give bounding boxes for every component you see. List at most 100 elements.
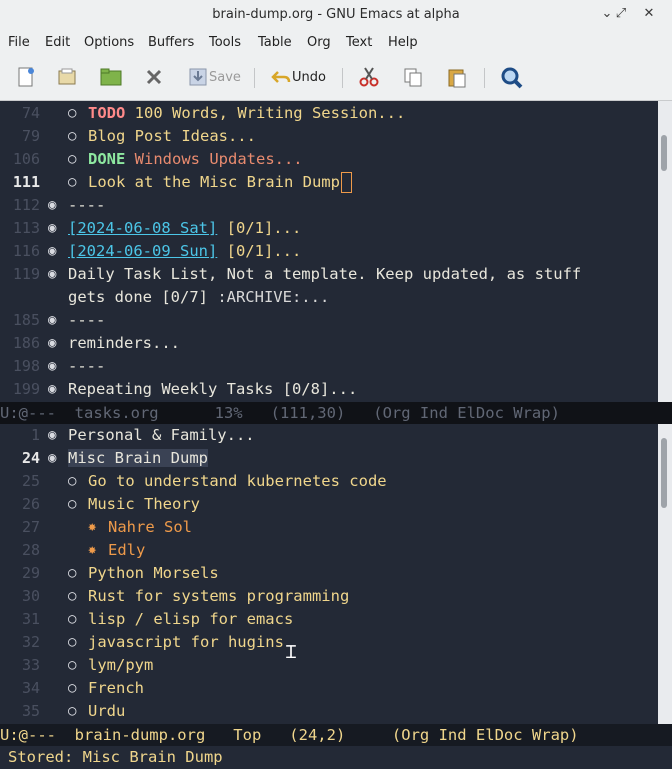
heading-text[interactable]: ---- [68,194,105,217]
heading-text[interactable]: Go to understand kubernetes code [88,470,387,493]
search-icon[interactable] [500,66,524,90]
org-line[interactable]: 28 ✸ Edly [0,539,658,562]
org-line[interactable]: 29 ○ Python Morsels [0,562,658,585]
undo-icon[interactable] [270,66,292,88]
menu-text[interactable]: Text [346,35,372,50]
org-bullet-icon[interactable]: ◉ [48,309,56,332]
org-line[interactable]: 116 ◉ [2024-06-09 Sun] [0/1]... [0,240,658,263]
open-directory-icon[interactable] [99,66,123,88]
heading-text[interactable]: Daily Task List, Not a template. Keep up… [68,263,581,286]
new-file-icon[interactable] [15,66,37,88]
heading-text[interactable]: ---- [68,355,105,378]
org-line[interactable]: 24 ◉ Misc Brain Dump [0,447,658,470]
org-bullet-icon[interactable]: ○ [68,608,76,631]
bottom-scrollbar[interactable] [658,424,672,724]
org-bullet-icon[interactable]: ✸ [88,539,96,562]
org-bullet-icon[interactable]: ◉ [48,240,56,263]
menu-buffers[interactable]: Buffers [148,35,194,50]
heading-text[interactable]: [2024-06-08 Sat] [0/1]... [68,217,301,240]
org-bullet-icon[interactable]: ○ [68,171,76,194]
org-bullet-icon[interactable]: ○ [68,562,76,585]
menu-options[interactable]: Options [84,35,134,50]
org-line[interactable]: 198 ◉ ---- [0,355,658,378]
org-bullet-icon[interactable]: ◉ [48,447,56,470]
heading-text[interactable]: Python Morsels [88,562,219,585]
date-link[interactable]: [2024-06-09 Sun] [68,242,217,260]
org-bullet-icon[interactable]: ○ [68,493,76,516]
heading-text[interactable]: Music Theory [88,493,200,516]
top-window-tasks-org[interactable]: 74 ○ TODO 100 Words, Writing Session... 79 ○… [0,101,658,402]
heading-text[interactable]: javascript for hugins [88,631,284,654]
close-buffer-icon[interactable] [143,66,165,88]
save-icon[interactable] [187,66,209,88]
heading-text[interactable]: gets done [0/7] :ARCHIVE:... [68,286,329,309]
org-bullet-icon[interactable]: ◉ [48,355,56,378]
org-line[interactable]: 119 ◉ Daily Task List, Not a template. Kee… [0,263,658,286]
heading-text[interactable]: lisp / elisp for emacs [88,608,293,631]
open-file-icon[interactable] [56,66,78,88]
org-bullet-icon[interactable]: ✸ [88,516,96,539]
top-scrollbar[interactable] [658,101,672,402]
org-line[interactable]: 25 ○ Go to understand kubernetes code [0,470,658,493]
org-bullet-icon[interactable]: ○ [68,585,76,608]
org-bullet-icon[interactable]: ◉ [48,424,56,447]
paste-icon[interactable] [446,66,468,88]
bottom-scrollbar-thumb[interactable] [661,438,667,508]
org-line[interactable]: gets done [0/7] :ARCHIVE:... [0,286,658,309]
org-line[interactable]: 74 ○ TODO 100 Words, Writing Session... [0,102,658,125]
heading-text[interactable]: reminders... [68,332,180,355]
copy-icon[interactable] [402,66,424,88]
bottom-window-brain-dump-org[interactable]: 1 ◉ Personal & Family... 24 ◉ Misc Brain Dump… [0,424,658,724]
heading-text[interactable]: Rust for systems programming [88,585,349,608]
org-line[interactable]: 26 ○ Music Theory [0,493,658,516]
menu-help[interactable]: Help [388,35,418,50]
org-bullet-icon[interactable]: ◉ [48,194,56,217]
top-scrollbar-thumb[interactable] [661,135,667,171]
close-icon[interactable]: ✕ [640,5,658,23]
heading-text[interactable]: lym/pym [88,654,153,677]
undo-button[interactable]: Undo [292,70,326,85]
heading-text[interactable]: Personal & Family... [68,424,255,447]
org-line[interactable]: 30 ○ Rust for systems programming [0,585,658,608]
org-bullet-icon[interactable]: ◉ [48,263,56,286]
org-line[interactable]: 1 ◉ Personal & Family... [0,424,658,447]
heading-text[interactable]: TODO 100 Words, Writing Session... [88,102,405,125]
org-line[interactable]: 106 ○ DONE Windows Updates... [0,148,658,171]
heading-text[interactable]: French [88,677,144,700]
org-bullet-icon[interactable]: ◉ [48,332,56,355]
heading-text[interactable]: Misc Brain Dump [68,447,208,470]
org-bullet-icon[interactable]: ○ [68,654,76,677]
org-line[interactable]: 186 ◉ reminders... [0,332,658,355]
org-bullet-icon[interactable]: ○ [68,102,76,125]
heading-text[interactable]: Edly [108,539,145,562]
save-button[interactable]: Save [209,70,241,85]
maximize-icon[interactable]: ⤢ [612,5,630,23]
menu-org[interactable]: Org [307,35,331,50]
org-line[interactable]: 27 ✸ Nahre Sol [0,516,658,539]
heading-text[interactable]: [2024-06-09 Sun] [0/1]... [68,240,301,263]
org-line[interactable]: 79 ○ Blog Post Ideas... [0,125,658,148]
org-bullet-icon[interactable]: ○ [68,148,76,171]
org-bullet-icon[interactable]: ○ [68,631,76,654]
org-line[interactable]: 35 ○ Urdu [0,700,658,723]
org-bullet-icon[interactable]: ○ [68,700,76,723]
bottom-mode-line[interactable]: U:@--- brain-dump.org Top (24,2) (Org In… [0,724,672,746]
org-bullet-icon[interactable]: ○ [68,125,76,148]
org-line[interactable]: 31 ○ lisp / elisp for emacs [0,608,658,631]
cut-icon[interactable] [358,66,380,88]
org-line[interactable]: 32 ○ javascript for hugins [0,631,658,654]
org-line[interactable]: 33 ○ lym/pym [0,654,658,677]
org-bullet-icon[interactable]: ◉ [48,217,56,240]
heading-text[interactable]: Nahre Sol [108,516,192,539]
menu-table[interactable]: Table [258,35,292,50]
heading-text[interactable]: Look at the Misc Brain Dump [88,171,352,194]
heading-text[interactable]: Urdu [88,700,125,723]
heading-text[interactable]: ---- [68,309,105,332]
date-link[interactable]: [2024-06-08 Sat] [68,219,217,237]
menu-edit[interactable]: Edit [45,35,70,50]
org-line[interactable]: 34 ○ French [0,677,658,700]
org-bullet-icon[interactable]: ○ [68,470,76,493]
heading-text[interactable]: DONE Windows Updates... [88,148,303,171]
org-line[interactable]: 199 ◉ Repeating Weekly Tasks [0/8]... [0,378,658,401]
menu-tools[interactable]: Tools [209,35,241,50]
